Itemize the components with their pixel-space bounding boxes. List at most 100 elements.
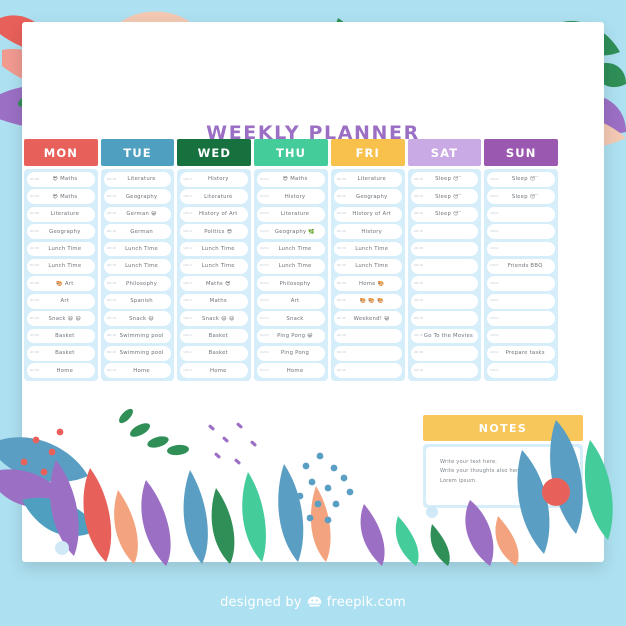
schedule-slot[interactable]: 00:00Spanish: [103, 293, 172, 309]
slot-text[interactable]: German 😁: [116, 211, 172, 217]
slot-text[interactable]: Sleep 😴: [423, 176, 479, 182]
slot-text[interactable]: Geography: [346, 194, 402, 200]
schedule-slot[interactable]: 00:00Snack 😄 😄: [27, 311, 95, 326]
schedule-slot[interactable]: 00:00: [487, 276, 556, 292]
schedule-slot[interactable]: 00:00: [410, 258, 479, 274]
slot-text[interactable]: Philosophy: [116, 281, 172, 287]
schedule-slot[interactable]: 00:00Lunch Time: [27, 258, 95, 274]
slot-text[interactable]: Lunch Time: [39, 246, 95, 252]
schedule-slot[interactable]: 00:00: [333, 328, 402, 344]
schedule-slot[interactable]: 00:00Literature: [333, 172, 402, 187]
schedule-slot[interactable]: 00:00🎨 🎨 🎨: [333, 293, 402, 309]
schedule-slot[interactable]: 00:00Home: [180, 363, 249, 379]
schedule-slot[interactable]: 00:00Swimming pool: [103, 345, 172, 361]
schedule-slot[interactable]: 00:00Home: [27, 363, 95, 379]
schedule-slot[interactable]: 00:00: [410, 311, 479, 326]
slot-text[interactable]: Ping Pong: [269, 350, 325, 356]
slot-text[interactable]: Sleep 😴: [499, 194, 555, 200]
schedule-slot[interactable]: 00:00Weekend! 😁: [333, 311, 402, 326]
slot-text[interactable]: Sleep 😴: [423, 194, 479, 200]
slot-text[interactable]: Maths 😎: [192, 281, 248, 287]
schedule-slot[interactable]: 00:00Ping Pong: [257, 345, 325, 361]
slot-text[interactable]: Prepare tasks: [499, 350, 555, 356]
schedule-slot[interactable]: 00:00Prepare tasks: [487, 345, 556, 361]
schedule-slot[interactable]: 00:00History of Art: [180, 206, 249, 222]
schedule-slot[interactable]: 00:00History of Art: [333, 206, 402, 222]
schedule-slot[interactable]: 00:00Geography 🌿: [257, 224, 325, 239]
schedule-slot[interactable]: 00:00: [487, 206, 556, 222]
slot-text[interactable]: Friends BBQ: [499, 263, 555, 269]
schedule-slot[interactable]: 00:00Lunch Time: [257, 241, 325, 257]
slot-text[interactable]: Maths: [192, 298, 248, 304]
schedule-slot[interactable]: 00:00: [487, 311, 556, 326]
slot-text[interactable]: German: [116, 229, 172, 235]
slot-text[interactable]: History: [346, 229, 402, 235]
slot-text[interactable]: 😎 Maths: [39, 176, 95, 182]
day-header-thu[interactable]: THU: [254, 139, 328, 166]
schedule-slot[interactable]: 00:00Lunch Time: [257, 258, 325, 274]
schedule-slot[interactable]: 00:00Philosophy: [103, 276, 172, 292]
slot-text[interactable]: Sleep 😴: [499, 176, 555, 182]
schedule-slot[interactable]: 00:00Literature: [27, 206, 95, 222]
schedule-slot[interactable]: 00:00Basket: [180, 328, 249, 344]
slot-text[interactable]: Lunch Time: [346, 246, 402, 252]
schedule-slot[interactable]: 00:00Geography: [333, 189, 402, 205]
schedule-slot[interactable]: 00:00Philosophy: [257, 276, 325, 292]
schedule-slot[interactable]: 00:00: [487, 363, 556, 379]
schedule-slot[interactable]: 00:00Sleep 😴: [410, 172, 479, 187]
schedule-slot[interactable]: 00:00History: [257, 189, 325, 205]
slot-text[interactable]: Geography: [116, 194, 172, 200]
slot-text[interactable]: Lunch Time: [116, 263, 172, 269]
schedule-slot[interactable]: 00:00: [333, 345, 402, 361]
slot-text[interactable]: Lunch Time: [269, 263, 325, 269]
slot-text[interactable]: Basket: [39, 350, 95, 356]
schedule-slot[interactable]: 00:00Politics 😎: [180, 224, 249, 239]
slot-text[interactable]: 🎨 Art: [39, 281, 95, 287]
slot-text[interactable]: History of Art: [346, 211, 402, 217]
schedule-slot[interactable]: 00:00Lunch Time: [180, 241, 249, 257]
slot-text[interactable]: Home 🎨: [346, 281, 402, 287]
schedule-slot[interactable]: 00:00Geography: [27, 224, 95, 239]
schedule-slot[interactable]: 00:00Lunch Time: [27, 241, 95, 257]
schedule-slot[interactable]: 00:00: [410, 293, 479, 309]
schedule-slot[interactable]: 00:00: [410, 345, 479, 361]
schedule-slot[interactable]: 00:00History: [333, 224, 402, 239]
schedule-slot[interactable]: 00:00Go To the Movies: [410, 328, 479, 344]
schedule-slot[interactable]: 00:00Home: [103, 363, 172, 379]
slot-text[interactable]: 🎨 🎨 🎨: [346, 298, 402, 304]
slot-text[interactable]: Philosophy: [269, 281, 325, 287]
slot-text[interactable]: Literature: [39, 211, 95, 217]
schedule-slot[interactable]: 00:00Literature: [103, 172, 172, 187]
slot-text[interactable]: Snack 😄 😄: [192, 316, 248, 322]
slot-text[interactable]: Sleep 😴: [423, 211, 479, 217]
slot-text[interactable]: Swimming pool: [116, 350, 172, 356]
slot-text[interactable]: Home: [192, 368, 248, 374]
schedule-slot[interactable]: 00:00German 😁: [103, 206, 172, 222]
slot-text[interactable]: Go To the Movies: [423, 333, 479, 339]
schedule-slot[interactable]: 00:00History: [180, 172, 249, 187]
slot-text[interactable]: Geography: [39, 229, 95, 235]
schedule-slot[interactable]: 00:00😎 Maths: [27, 189, 95, 205]
schedule-slot[interactable]: 00:00: [410, 224, 479, 239]
schedule-slot[interactable]: 00:00Maths: [180, 293, 249, 309]
schedule-slot[interactable]: 00:00: [487, 241, 556, 257]
slot-text[interactable]: Basket: [192, 350, 248, 356]
day-header-tue[interactable]: TUE: [100, 139, 175, 166]
schedule-slot[interactable]: 00:00: [410, 241, 479, 257]
slot-text[interactable]: Lunch Time: [269, 246, 325, 252]
schedule-slot[interactable]: 00:00Snack 😄 😄: [180, 311, 249, 326]
slot-text[interactable]: History of Art: [192, 211, 248, 217]
slot-text[interactable]: Lunch Time: [39, 263, 95, 269]
notes-textarea[interactable]: Write your text here. Write your thoughts…: [426, 447, 580, 505]
slot-text[interactable]: Literature: [269, 211, 325, 217]
slot-text[interactable]: Home: [39, 368, 95, 374]
schedule-slot[interactable]: 00:00Sleep 😴: [487, 189, 556, 205]
day-header-mon[interactable]: MON: [24, 139, 98, 166]
slot-text[interactable]: Weekend! 😁: [346, 316, 402, 322]
schedule-slot[interactable]: 00:00Basket: [180, 345, 249, 361]
schedule-slot[interactable]: 00:00😎 Maths: [27, 172, 95, 187]
schedule-slot[interactable]: 00:00: [333, 363, 402, 379]
slot-text[interactable]: Lunch Time: [192, 246, 248, 252]
schedule-slot[interactable]: 00:00: [487, 224, 556, 239]
slot-text[interactable]: History: [192, 176, 248, 182]
